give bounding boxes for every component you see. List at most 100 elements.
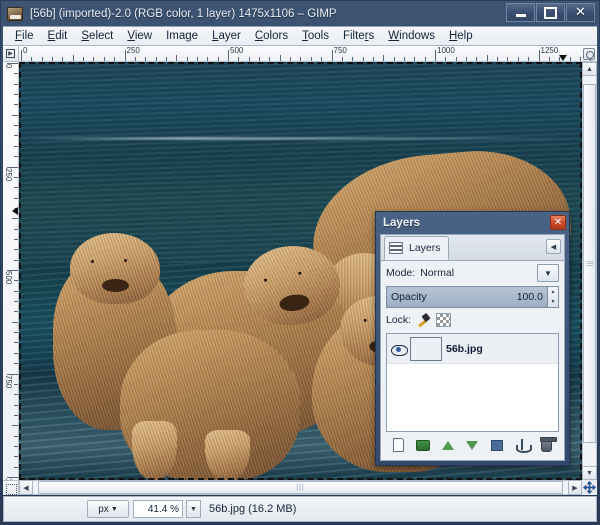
ruler-position-marker xyxy=(559,55,567,61)
vertical-scrollbar[interactable]: ▲ ||| ▼ xyxy=(582,62,597,480)
menu-item-tools[interactable]: Tools xyxy=(295,29,336,43)
gimp-wilber-icon xyxy=(7,6,23,21)
trash-icon xyxy=(540,436,558,452)
lower-layer-button[interactable] xyxy=(464,437,481,454)
opacity-spin-down[interactable]: ▼ xyxy=(548,297,558,307)
zoom-input[interactable]: 41.4 % xyxy=(133,500,183,518)
tab-layers[interactable]: Layers xyxy=(384,236,449,260)
ruler-tick xyxy=(424,57,426,61)
ruler-tick xyxy=(310,57,312,61)
ruler-origin-button[interactable]: ▶ xyxy=(3,46,19,62)
eye-icon[interactable] xyxy=(391,343,408,356)
navigation-preview-button[interactable] xyxy=(582,480,597,495)
duplicate-layer-button[interactable] xyxy=(489,437,506,454)
scroll-down-button[interactable]: ▼ xyxy=(582,466,597,480)
vertical-scroll-thumb[interactable]: ||| xyxy=(583,83,596,443)
menu-item-image[interactable]: Image xyxy=(159,29,205,43)
vertical-ruler[interactable]: 02505007501000 xyxy=(3,62,19,480)
ruler-tick xyxy=(14,290,18,292)
ruler-label: 750 xyxy=(4,374,13,388)
window-title: [56b] (imported)-2.0 (RGB color, 1 layer… xyxy=(30,7,337,20)
layers-close-button[interactable]: ✕ xyxy=(550,215,566,230)
menu-item-windows[interactable]: Windows xyxy=(381,29,442,43)
menu-item-select[interactable]: Select xyxy=(74,29,120,43)
ruler-tick xyxy=(290,57,292,61)
opacity-slider[interactable]: Opacity 100.0 xyxy=(386,286,548,308)
bear-left-muzzle xyxy=(102,278,130,292)
layer-name: 56b.jpg xyxy=(446,342,483,355)
ruler-tick xyxy=(83,57,85,61)
horizontal-scroll-trough[interactable]: ||| xyxy=(33,480,568,495)
layer-list-item[interactable]: 56b.jpg xyxy=(387,334,558,364)
menu-item-colors[interactable]: Colors xyxy=(248,29,295,43)
ruler-tick xyxy=(14,125,18,127)
ruler-label: 750 xyxy=(333,46,347,55)
ruler-tick xyxy=(403,57,405,61)
layer-list[interactable]: 56b.jpg xyxy=(386,333,559,432)
ruler-label: 500 xyxy=(230,46,244,55)
ruler-tick xyxy=(321,57,323,61)
ruler-tick xyxy=(134,57,136,61)
horizontal-ruler[interactable]: 0 250 500 750 1000 1250 xyxy=(19,46,597,62)
zoom-fit-icon[interactable] xyxy=(583,48,595,60)
top-ruler-row: ▶ 0 250 500 750 1000 1250 xyxy=(3,46,597,62)
lock-alpha-checker-icon[interactable] xyxy=(436,313,452,327)
quick-mask-toggle[interactable] xyxy=(3,480,19,495)
ruler-tick xyxy=(14,332,18,334)
ruler-tick xyxy=(14,301,18,303)
ruler-tick xyxy=(517,57,519,61)
menu-item-edit[interactable]: Edit xyxy=(41,29,75,43)
vertical-scroll-trough[interactable]: ||| xyxy=(582,76,597,466)
move-cross-icon xyxy=(583,481,596,494)
scroll-right-button[interactable]: ▶ xyxy=(568,480,582,495)
foam-line-1 xyxy=(19,137,582,141)
new-layer-icon xyxy=(392,438,404,452)
bear-left-eye-left xyxy=(91,260,95,264)
lock-pixels-brush-icon[interactable] xyxy=(416,313,431,327)
new-layer-group-button[interactable] xyxy=(415,437,432,454)
ruler-tick xyxy=(31,57,33,61)
menu-item-file[interactable]: File xyxy=(8,29,41,43)
minimize-button[interactable] xyxy=(506,3,535,22)
ruler-tick xyxy=(62,57,64,61)
horizontal-scroll-grip: ||| xyxy=(296,484,305,491)
unit-selector[interactable]: px ▼ xyxy=(87,500,129,518)
delete-layer-button[interactable] xyxy=(538,436,558,454)
ruler-tick xyxy=(52,57,54,61)
ruler-tick xyxy=(14,176,18,178)
menu-item-help[interactable]: Help xyxy=(442,29,480,43)
menu-item-filters[interactable]: Filters xyxy=(336,29,381,43)
raise-layer-button[interactable] xyxy=(439,437,456,454)
ruler-label: 0 xyxy=(4,64,13,69)
opacity-spinner[interactable]: ▲ ▼ xyxy=(548,286,559,308)
tab-menu-button[interactable]: ◀ xyxy=(546,239,561,254)
opacity-spin-up[interactable]: ▲ xyxy=(548,287,558,297)
ruler-tick xyxy=(486,55,488,61)
bear-front-leg-right xyxy=(204,429,250,480)
maximize-button[interactable] xyxy=(536,3,565,22)
mode-chevron-down-icon[interactable]: ▼ xyxy=(537,264,559,282)
layers-dialog[interactable]: Layers ✕ Layers ◀ Mode: Normal ▼ Opacity… xyxy=(375,211,570,466)
layers-dialog-titlebar: Layers ✕ xyxy=(376,212,569,234)
ruler-tick xyxy=(497,57,499,61)
ruler-tick xyxy=(186,57,188,61)
new-layer-button[interactable] xyxy=(390,437,407,454)
menu-item-view[interactable]: View xyxy=(120,29,159,43)
ruler-tick xyxy=(14,466,18,468)
opacity-row[interactable]: Opacity 100.0 ▲ ▼ xyxy=(386,286,559,308)
menu-item-layer[interactable]: Layer xyxy=(205,29,248,43)
ruler-tick xyxy=(14,414,18,416)
zoom-chevron-down-icon[interactable]: ▼ xyxy=(186,500,201,518)
arrow-down-icon xyxy=(466,440,479,450)
ruler-tick xyxy=(259,57,261,61)
scroll-up-button[interactable]: ▲ xyxy=(582,62,597,76)
scroll-left-button[interactable]: ◀ xyxy=(19,480,33,495)
folder-icon xyxy=(416,439,431,451)
anchor-layer-button[interactable] xyxy=(513,437,532,454)
close-button[interactable]: ✕ xyxy=(566,3,595,22)
horizontal-scroll-thumb[interactable]: ||| xyxy=(38,481,563,494)
arrow-up-icon xyxy=(441,440,454,450)
title-bar: [56b] (imported)-2.0 (RGB color, 1 layer… xyxy=(1,1,599,26)
ruler-tick xyxy=(14,259,18,261)
bear-right-eye-left xyxy=(363,318,367,322)
